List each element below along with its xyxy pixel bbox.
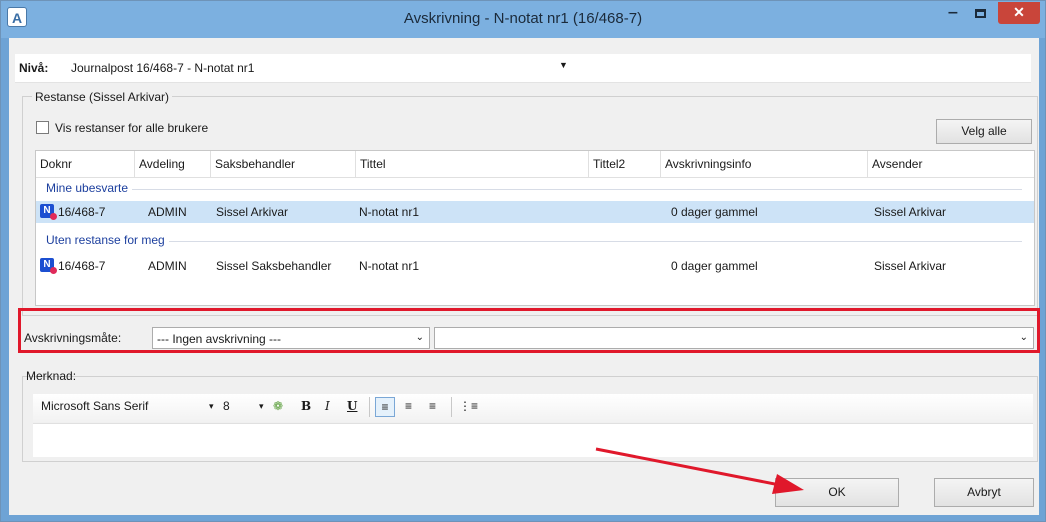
annotation-arrow xyxy=(595,447,804,494)
annotation-arrow-head xyxy=(772,474,804,494)
annotation-arrow-line xyxy=(595,447,791,489)
